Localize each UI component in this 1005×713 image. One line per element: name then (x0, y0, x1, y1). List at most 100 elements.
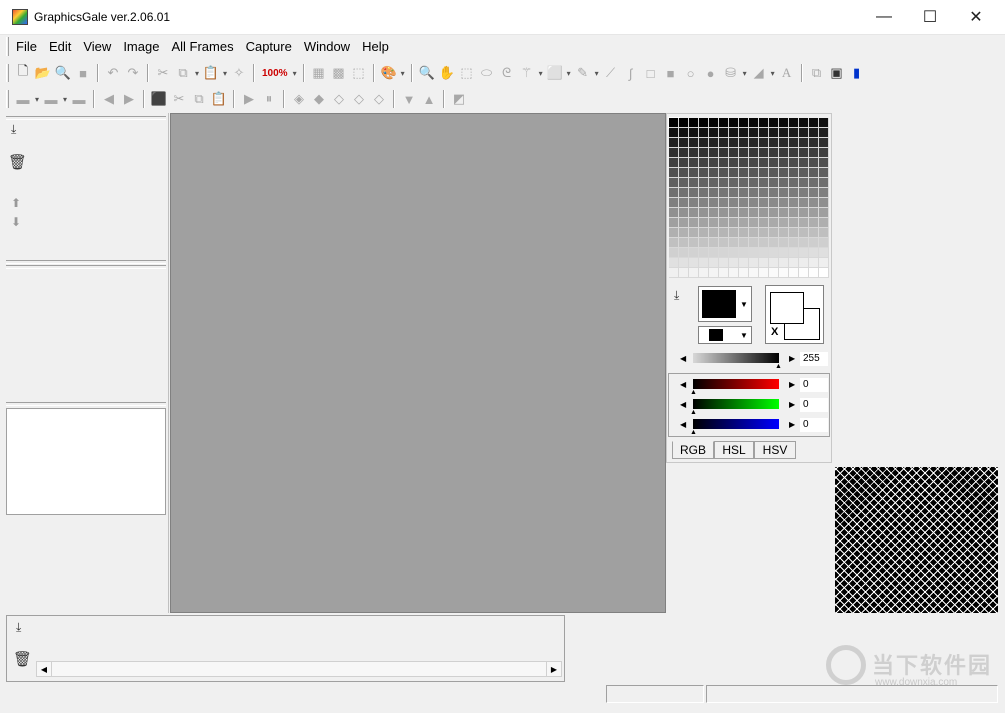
palette-swatch[interactable] (809, 168, 819, 178)
palette-swatch[interactable] (739, 198, 749, 208)
palette-swatch[interactable] (749, 138, 759, 148)
palette-swatch[interactable] (699, 148, 709, 158)
palette-swatch[interactable] (759, 238, 769, 248)
fill-dropdown-icon[interactable]: ▾ (741, 69, 749, 78)
palette-swatch[interactable] (719, 158, 729, 168)
palette-swatch[interactable] (749, 168, 759, 178)
paste-dropdown-icon[interactable]: ▾ (221, 69, 229, 78)
zoom-level[interactable]: 100% (259, 68, 291, 79)
palette-swatch[interactable] (719, 208, 729, 218)
gray-value[interactable]: 255 (800, 352, 828, 366)
green-decrease-icon[interactable]: ◀ (680, 400, 686, 409)
menu-grip[interactable] (6, 37, 9, 56)
blue-slider-thumb[interactable]: ▲ (690, 429, 697, 436)
palette-swatch[interactable] (729, 228, 739, 238)
pen-icon[interactable]: ✎ (573, 63, 593, 83)
palette-swatch[interactable] (779, 198, 789, 208)
palette-swatch[interactable] (779, 258, 789, 268)
palette-swatch[interactable] (709, 148, 719, 158)
pin-icon[interactable]: ⤓ (11, 122, 16, 137)
frame-add-icon[interactable]: ▬ (13, 89, 33, 109)
palette-swatch[interactable] (689, 118, 699, 128)
frame-copy-icon[interactable]: ▬ (41, 89, 61, 109)
scroll-right-icon[interactable]: ▶ (546, 662, 561, 676)
palette-swatch[interactable] (739, 118, 749, 128)
red-decrease-icon[interactable]: ◀ (680, 380, 686, 389)
frames-scrollbar[interactable]: ◀ ▶ (36, 661, 562, 677)
palette-swatch[interactable] (779, 188, 789, 198)
palette-swatch[interactable] (809, 148, 819, 158)
palette-swatch[interactable] (719, 228, 729, 238)
palette-swatch[interactable] (719, 198, 729, 208)
palette-swatch[interactable] (699, 248, 709, 258)
palette-swatch[interactable] (789, 138, 799, 148)
palette-swatch[interactable] (729, 168, 739, 178)
palette-swatch[interactable] (729, 148, 739, 158)
palette-swatch[interactable] (739, 138, 749, 148)
palette-swatch[interactable] (819, 258, 829, 268)
palette-swatch[interactable] (709, 268, 719, 278)
layer-new-icon[interactable]: ◇ (369, 89, 389, 109)
palette-swatch[interactable] (749, 208, 759, 218)
palette-swatch[interactable] (739, 208, 749, 218)
menu-help[interactable]: Help (356, 35, 395, 58)
palette-swatch[interactable] (789, 148, 799, 158)
palette-swatch[interactable] (819, 248, 829, 258)
palette-swatch[interactable] (749, 218, 759, 228)
palette-swatch[interactable] (799, 148, 809, 158)
palette-swatch[interactable] (769, 128, 779, 138)
palette-swatch[interactable] (709, 258, 719, 268)
trash-icon[interactable]: 🗑 (13, 650, 32, 668)
open-folder-icon[interactable]: 📂 (33, 63, 53, 83)
palette-swatch[interactable] (669, 188, 679, 198)
palette-swatch[interactable] (669, 228, 679, 238)
palette-swatch[interactable] (789, 238, 799, 248)
palette-swatch[interactable] (729, 248, 739, 258)
palette-swatch[interactable] (819, 268, 829, 278)
palette-swatch[interactable] (699, 138, 709, 148)
palette-swatch[interactable] (679, 148, 689, 158)
palette-swatch[interactable] (709, 188, 719, 198)
gray-increase-icon[interactable]: ▶ (789, 354, 795, 363)
zoom-dropdown-icon[interactable]: ▾ (291, 69, 299, 78)
layer-merge-icon[interactable]: ◇ (349, 89, 369, 109)
palette-swatch[interactable] (709, 178, 719, 188)
palette-swatch[interactable] (789, 118, 799, 128)
palette-swatch[interactable] (769, 198, 779, 208)
palette-swatch[interactable] (789, 248, 799, 258)
ellipse-icon[interactable]: ○ (681, 63, 701, 83)
palette-swatch[interactable] (679, 168, 689, 178)
close-button[interactable]: ✕ (953, 0, 999, 34)
palette-swatch[interactable] (689, 208, 699, 218)
palette-swatch[interactable] (669, 148, 679, 158)
palette-swatch[interactable] (819, 238, 829, 248)
arrow-down-icon[interactable]: ⬇ (11, 215, 21, 229)
move-selection-icon[interactable]: ⬜ (545, 63, 565, 83)
palette-swatch[interactable] (739, 248, 749, 258)
wand-dropdown-icon[interactable]: ▾ (537, 69, 545, 78)
rect-select-icon[interactable]: ⬚ (457, 63, 477, 83)
palette-swatch[interactable] (689, 228, 699, 238)
palette-swatch[interactable] (779, 148, 789, 158)
frame-copy-dropdown-icon[interactable]: ▾ (61, 95, 69, 104)
palette-swatch[interactable] (699, 208, 709, 218)
gray-decrease-icon[interactable]: ◀ (680, 354, 686, 363)
palette-swatch[interactable] (709, 238, 719, 248)
palette-grid[interactable] (668, 117, 831, 280)
palette-swatch[interactable] (699, 258, 709, 268)
curve-icon[interactable]: ∫ (621, 63, 641, 83)
prev-frame-icon[interactable]: ◀ (99, 89, 119, 109)
palette-swatch[interactable] (779, 228, 789, 238)
move-dropdown-icon[interactable]: ▾ (565, 69, 573, 78)
palette-swatch[interactable] (779, 238, 789, 248)
palette-swatch[interactable] (689, 268, 699, 278)
palette-swatch[interactable] (709, 198, 719, 208)
palette-swatch[interactable] (769, 208, 779, 218)
palette-swatch[interactable] (729, 128, 739, 138)
drawing-canvas[interactable] (170, 113, 666, 613)
palette-swatch[interactable] (759, 228, 769, 238)
palette-swatch[interactable] (699, 178, 709, 188)
palette-swatch[interactable] (779, 138, 789, 148)
palette-swatch[interactable] (799, 138, 809, 148)
palette-swatch[interactable] (699, 188, 709, 198)
